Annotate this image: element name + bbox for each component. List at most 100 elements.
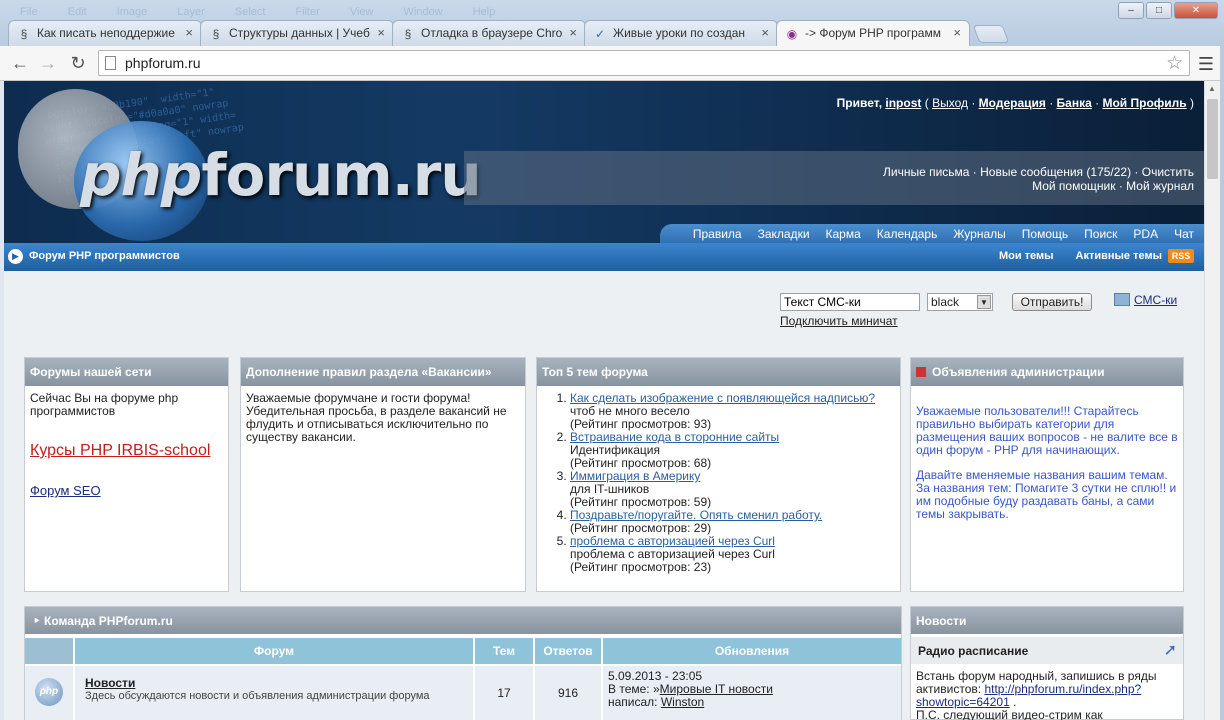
site-header: bgcolor="#b0b190" width="1" right" bgcol… [4,81,1204,243]
chrome-menu-icon[interactable]: ☰ [1198,54,1214,75]
moderation-link[interactable]: Модерация [979,96,1046,110]
column-header: Ответов [535,638,603,664]
bookmark-star-icon[interactable]: ☆ [1166,52,1183,75]
author-label: написал: [608,695,658,709]
topic-link[interactable]: Как сделать изображение с появляющейся н… [570,391,875,405]
panel-title: Топ 5 тем форума [537,358,900,386]
assistant-line[interactable]: Мой помощник · Мой журнал [883,179,1194,193]
nav-calendar[interactable]: Календарь [877,227,938,241]
irbis-school-link[interactable]: Курсы PHP IRBIS-school [30,443,223,459]
profile-link[interactable]: Мой Профиль [1102,96,1186,110]
list-item: Как сделать изображение с появляющейся н… [570,392,895,431]
table-header: Форум Тем Ответов Обновления [25,638,901,664]
page-icon: § [20,27,28,41]
ghost-menu-item: Image [116,6,148,18]
tab-close-icon[interactable]: × [185,25,193,40]
minichat-link[interactable]: Подключить миничат [780,314,980,328]
forum-title-link[interactable]: Форум PHP программистов [29,250,180,262]
ghost-menu-item: File [20,6,38,18]
page-icon: § [404,27,412,41]
page-icon: § [212,27,220,41]
nav-bookmarks[interactable]: Закладки [758,227,810,241]
scroll-up-icon[interactable]: ▲ [1208,84,1216,93]
forward-arrow-icon[interactable]: → [36,52,60,76]
messages-line[interactable]: Личные письма · Новые сообщения (175/22)… [883,165,1194,179]
url-text[interactable]: phpforum.ru [125,55,200,71]
site-icon: ◉ [786,27,798,41]
color-select[interactable]: black ▼ [927,293,993,311]
nav-karma[interactable]: Карма [826,227,861,241]
pin-icon: ➚ [1163,642,1177,659]
topic-link[interactable]: Поздравьте/поругайте. Опять сменил работ… [570,508,822,522]
sms-link[interactable]: СМС-ки [1114,293,1186,307]
browser-tab[interactable]: § Как писать неподдержие × [8,20,202,46]
scrollbar-thumb[interactable] [1207,99,1218,179]
browser-tab[interactable]: ✓ Живые уроки по создан × [584,20,778,46]
rss-icon[interactable]: RSS [1168,249,1194,263]
dropdown-arrow-icon[interactable]: ▼ [977,295,991,309]
ghost-menu-item: Window [403,6,443,18]
panel-title: Новости [911,607,1183,634]
window-controls: – □ ✕ [1118,2,1218,19]
back-arrow-icon[interactable]: ← [8,52,32,76]
topic-link[interactable]: Иммиграция в Америку [570,469,700,483]
nav-pda[interactable]: PDA [1133,227,1158,241]
browser-tab-active[interactable]: ◉ -> Форум PHP программ × [776,20,970,46]
sms-text-input[interactable] [780,293,920,311]
network-forums-panel: Форумы нашей сети Сейчас Вы на форуме ph… [24,357,229,592]
tab-close-icon[interactable]: × [377,25,385,40]
replies-count: 916 [535,666,603,720]
site-logo[interactable]: phpforum.ru [80,141,482,209]
new-tab-button[interactable] [972,25,1010,43]
send-button[interactable]: Отправить! [1012,293,1092,311]
network-text: Сейчас Вы на форуме php программистов [30,391,179,418]
browser-tab[interactable]: § Отладка в браузере Chro × [392,20,586,46]
flag-icon [916,367,926,377]
panel-title: Форумы нашей сети [25,358,228,386]
updates-cell: 5.09.2013 - 23:05 В теме: »Мировые IT но… [603,666,901,720]
topics-count: 17 [475,666,535,720]
tab-close-icon[interactable]: × [953,25,961,40]
logout-link[interactable]: Выход [932,96,968,110]
topic-link[interactable]: Встраивание кода в сторонние сайты [570,430,779,444]
last-topic-link[interactable]: Мировые IT новости [660,682,773,696]
close-window-button[interactable]: ✕ [1174,2,1218,19]
panel-title: Дополнение правил раздела «Вакансии» [241,358,525,386]
nav-help[interactable]: Помощь [1022,227,1068,241]
my-topics-link[interactable]: Мои темы [999,250,1054,262]
color-select-value: black [931,295,960,309]
username-link[interactable]: inpost [885,96,921,110]
minimize-button[interactable]: – [1118,2,1144,19]
active-topics-link[interactable]: Активные темы [1076,250,1162,262]
nav-chat[interactable]: Чат [1174,227,1194,241]
author-link[interactable]: Winston [661,695,704,709]
tab-label: -> Форум PHP программ [805,26,941,40]
admin-announcements-panel: Объявления администрации Уважаемые польз… [910,357,1184,592]
address-bar[interactable]: phpforum.ru ☆ [98,50,1190,76]
topic-link[interactable]: проблема с авторизацией через Curl [570,534,775,548]
nav-search[interactable]: Поиск [1084,227,1117,241]
seo-forum-link[interactable]: Форум SEO [30,484,223,497]
column-header: Форум [75,638,475,664]
tab-close-icon[interactable]: × [761,25,769,40]
bank-link[interactable]: Банка [1057,96,1092,110]
topic-views: (Рейтинг просмотров: 23) [570,560,712,574]
reload-icon[interactable]: ↻ [66,52,90,76]
column-header: Обновления [603,638,901,664]
table-row: php Новости Здесь обсуждаются новости и … [25,666,901,720]
row-icon-cell: php [25,666,75,720]
sms-window-icon [1114,293,1130,306]
top-navigation: Правила Закладки Карма Календарь Журналы… [660,224,1204,243]
team-forum-table: ‣ Команда PHPforum.ru Форум Тем Ответов … [24,606,902,720]
maximize-button[interactable]: □ [1146,2,1172,19]
play-bullet-icon: ▶ [8,249,23,264]
nav-rules[interactable]: Правила [693,227,742,241]
table-title: ‣ Команда PHPforum.ru [25,607,901,634]
nav-journals[interactable]: Журналы [953,227,1005,241]
forum-name-link[interactable]: Новости [85,676,463,690]
tab-close-icon[interactable]: × [569,25,577,40]
in-topic-label: В теме: [608,682,650,696]
page-scrollbar[interactable]: ▲ [1204,81,1220,720]
browser-tab[interactable]: § Структуры данных | Учеб × [200,20,394,46]
forum-title-bar: ▶ Форум PHP программистов Мои темы Актив… [4,243,1204,271]
